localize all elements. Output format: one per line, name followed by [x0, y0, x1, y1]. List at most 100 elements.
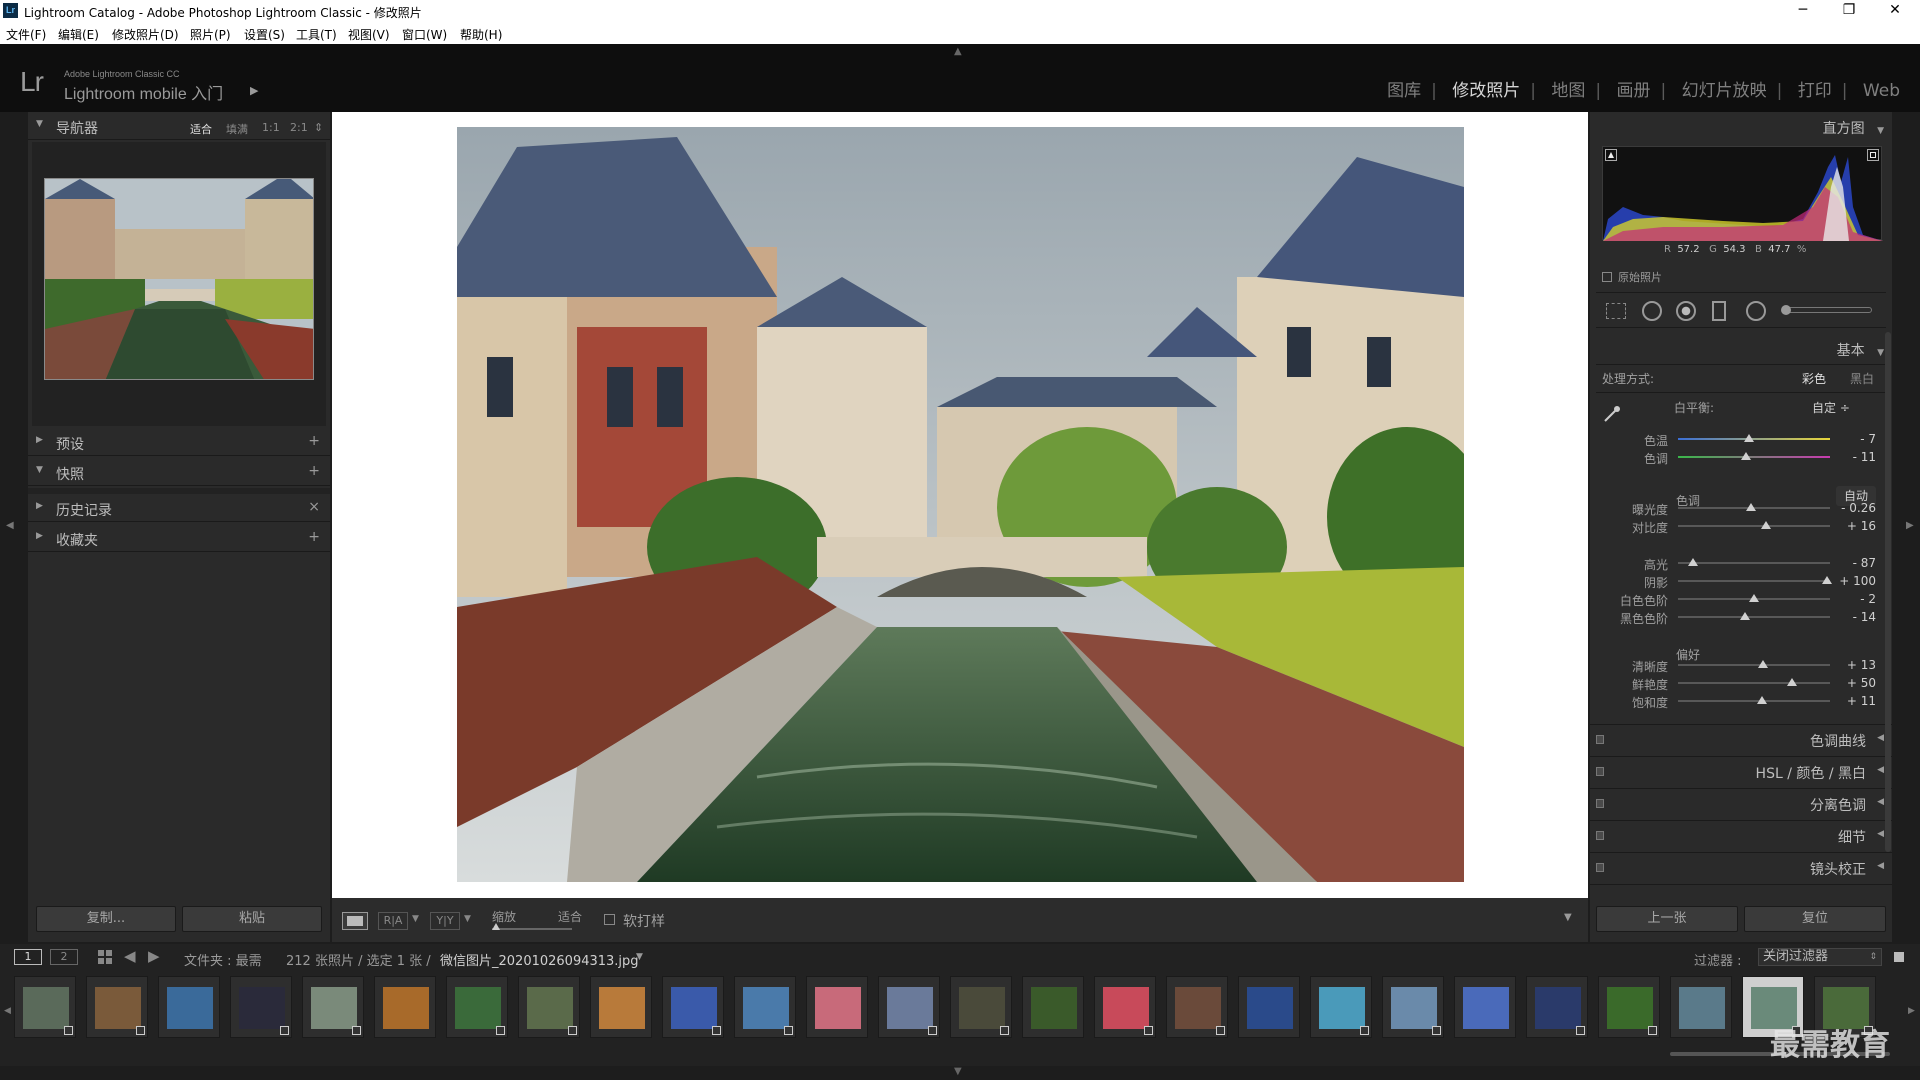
- slider-value[interactable]: - 14: [1836, 610, 1876, 624]
- collapse-left-arrow[interactable]: ◀: [6, 520, 14, 531]
- basic-header[interactable]: 基本 ▼: [1837, 340, 1884, 360]
- secondary-window-button[interactable]: 2: [50, 949, 78, 965]
- slider-thumb[interactable]: [1787, 678, 1797, 686]
- chevron-down-icon[interactable]: ▼: [412, 914, 419, 924]
- filmstrip-thumbnail[interactable]: [86, 976, 148, 1038]
- filmstrip-thumbnail[interactable]: [590, 976, 652, 1038]
- slider-value[interactable]: + 100: [1836, 574, 1876, 588]
- module-web[interactable]: Web: [1859, 81, 1904, 101]
- module-library[interactable]: 图库: [1383, 81, 1425, 101]
- add-preset-icon[interactable]: +: [308, 433, 320, 449]
- slider-value[interactable]: + 50: [1836, 676, 1876, 690]
- filmstrip-thumbnail[interactable]: [878, 976, 940, 1038]
- slider-track[interactable]: [1678, 616, 1830, 618]
- filmstrip-thumbnail[interactable]: [662, 976, 724, 1038]
- copy-settings-button[interactable]: 复制...: [36, 906, 176, 932]
- zoom-fit[interactable]: 适合: [190, 121, 212, 137]
- filename-label[interactable]: 微信图片_20201026094313.jpg: [440, 950, 639, 969]
- spot-removal-icon[interactable]: [1642, 301, 1662, 321]
- filmstrip-thumbnail[interactable]: [950, 976, 1012, 1038]
- slider-value[interactable]: + 16: [1836, 519, 1876, 533]
- module-develop[interactable]: 修改照片: [1448, 81, 1524, 101]
- zoom-fill[interactable]: 填满: [226, 121, 248, 137]
- reset-button[interactable]: 复位: [1744, 906, 1886, 932]
- slider-thumb[interactable]: [1749, 594, 1759, 602]
- zoom-2-1[interactable]: 2:1: [290, 121, 308, 134]
- add-collection-icon[interactable]: +: [308, 529, 320, 545]
- slider-thumb[interactable]: [1756, 696, 1767, 704]
- main-photo[interactable]: [457, 127, 1464, 882]
- filmstrip-thumbnail[interactable]: [302, 976, 364, 1038]
- collapse-top-arrow[interactable]: ▲: [954, 46, 962, 57]
- filmstrip-thumbnail[interactable]: [1310, 976, 1372, 1038]
- filmstrip-thumbnail[interactable]: [518, 976, 580, 1038]
- history-header[interactable]: ▶ 历史记录 ×: [28, 494, 330, 522]
- slider-value[interactable]: - 7: [1836, 432, 1876, 446]
- filmstrip-thumbnail[interactable]: [446, 976, 508, 1038]
- slider-thumb[interactable]: [1758, 660, 1769, 668]
- primary-window-button[interactable]: 1: [14, 949, 42, 965]
- presets-header[interactable]: ▶ 预设 +: [28, 428, 330, 456]
- hsl-panel-header[interactable]: HSL / 颜色 / 黑白 ◀: [1590, 756, 1892, 786]
- back-arrow-icon[interactable]: ◀: [124, 947, 136, 965]
- show-original-checkbox[interactable]: [1602, 272, 1612, 282]
- grid-view-icon[interactable]: [98, 950, 112, 964]
- slider-value[interactable]: + 11: [1836, 694, 1876, 708]
- zoom-slider[interactable]: [492, 923, 572, 930]
- lens-corrections-panel-header[interactable]: 镜头校正 ◀: [1590, 852, 1892, 882]
- navigator-thumbnail[interactable]: [44, 178, 314, 380]
- treatment-bw[interactable]: 黑白: [1850, 370, 1874, 387]
- white-balance-dropdown[interactable]: 自定 ÷: [1812, 399, 1850, 416]
- panel-toggle-switch[interactable]: [1596, 767, 1604, 776]
- slider-thumb[interactable]: [1745, 503, 1756, 511]
- filmstrip-thumbnail[interactable]: [1598, 976, 1660, 1038]
- navigator-header[interactable]: ▼ 导航器 适合 填满 1:1 2:1 ⇕: [28, 112, 330, 140]
- chevron-down-icon[interactable]: ▼: [464, 914, 471, 924]
- chevron-down-icon[interactable]: ▼: [636, 952, 643, 962]
- filmstrip-thumbnail[interactable]: [1166, 976, 1228, 1038]
- identity-plate-text[interactable]: Lightroom mobile 入门: [64, 80, 223, 104]
- histogram[interactable]: [1602, 146, 1883, 241]
- right-panel-scrollbar[interactable]: [1885, 332, 1891, 852]
- filmstrip-thumbnail[interactable]: [1670, 976, 1732, 1038]
- clear-history-icon[interactable]: ×: [308, 499, 320, 515]
- adjustment-brush-icon[interactable]: [1781, 305, 1872, 315]
- filmstrip-thumbnail[interactable]: [158, 976, 220, 1038]
- collapse-bottom-arrow[interactable]: ▼: [954, 1066, 962, 1077]
- collections-header[interactable]: ▶ 收藏夹 +: [28, 524, 330, 552]
- softproof-checkbox[interactable]: [604, 914, 615, 925]
- radial-filter-icon[interactable]: [1746, 301, 1766, 321]
- folder-source-label[interactable]: 文件夹 : 最需: [184, 950, 262, 969]
- snapshots-header[interactable]: ▼ 快照 +: [28, 458, 330, 486]
- zoom-1-1[interactable]: 1:1: [262, 121, 280, 134]
- detail-panel-header[interactable]: 细节 ◀: [1590, 820, 1892, 850]
- crop-overlay-icon[interactable]: [1606, 303, 1626, 319]
- slider-value[interactable]: - 2: [1836, 592, 1876, 606]
- filter-lock-icon[interactable]: [1894, 952, 1904, 962]
- add-snapshot-icon[interactable]: +: [308, 463, 320, 479]
- slider-thumb[interactable]: [1741, 452, 1752, 460]
- loupe-view-icon[interactable]: [342, 912, 368, 930]
- slider-value[interactable]: - 87: [1836, 556, 1876, 570]
- slider-track[interactable]: [1678, 562, 1830, 564]
- module-slideshow[interactable]: 幻灯片放映: [1678, 81, 1771, 101]
- slider-thumb[interactable]: [1739, 612, 1750, 620]
- paste-settings-button[interactable]: 粘贴: [182, 906, 322, 932]
- filmstrip-thumbnail[interactable]: [14, 976, 76, 1038]
- menu-photo[interactable]: 照片(P): [190, 26, 231, 43]
- white-balance-eyedropper-icon[interactable]: [1602, 404, 1622, 424]
- filter-dropdown[interactable]: 关闭过滤器 ⇕: [1758, 948, 1882, 966]
- module-map[interactable]: 地图: [1547, 81, 1589, 101]
- slider-track[interactable]: [1678, 456, 1830, 458]
- module-print[interactable]: 打印: [1794, 81, 1836, 101]
- filmstrip-thumbnail[interactable]: [1238, 976, 1300, 1038]
- menu-help[interactable]: 帮助(H): [460, 26, 502, 43]
- filmstrip-thumbnail[interactable]: [1022, 976, 1084, 1038]
- menu-file[interactable]: 文件(F): [6, 26, 46, 43]
- filmstrip-thumbnail[interactable]: [1382, 976, 1444, 1038]
- filmstrip-thumbnail[interactable]: [1094, 976, 1156, 1038]
- close-button[interactable]: ✕: [1872, 0, 1918, 22]
- filmstrip-thumbnail[interactable]: [1454, 976, 1516, 1038]
- slider-track[interactable]: [1678, 700, 1830, 702]
- filmstrip-thumbnail[interactable]: [1526, 976, 1588, 1038]
